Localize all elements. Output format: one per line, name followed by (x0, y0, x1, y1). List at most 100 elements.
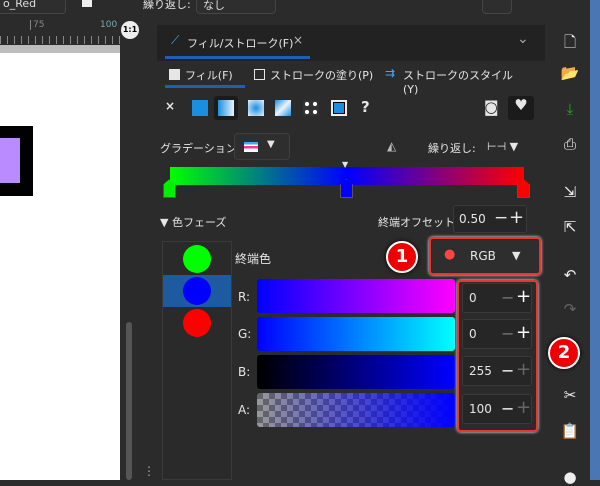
slider-r[interactable] (257, 279, 455, 313)
nav-button[interactable] (482, 0, 512, 14)
save-icon[interactable]: ⤓ (560, 100, 580, 118)
canvas-border (0, 45, 120, 53)
object-select[interactable]: o_Red (0, 0, 66, 14)
end-offset-value: 0.50 (459, 212, 486, 226)
brush-icon: ⟋ (171, 33, 180, 47)
repeat-select[interactable]: なし (196, 0, 276, 14)
stop-item-red[interactable] (183, 309, 211, 337)
increment-button[interactable]: + (516, 322, 531, 343)
object-name: o_Red (3, 0, 37, 10)
repeat-mode-icon[interactable]: ⊢⊣ ▼ (487, 140, 518, 153)
paint-swatch-button[interactable] (331, 100, 347, 116)
spin-a[interactable]: 100− + (462, 394, 532, 424)
ruler-tick: 75 (30, 20, 44, 30)
paint-pattern-button[interactable] (303, 100, 319, 116)
panel-tab-header: ⟋ フィル/ストローク(F) × ⌄ (157, 25, 545, 61)
channel-label-g: G: (238, 327, 252, 341)
tab-title: フィル/ストローク(F) (187, 37, 294, 50)
square-icon[interactable] (82, 0, 92, 7)
horizontal-ruler: 75 100 (0, 16, 122, 46)
subtab-stroke-style[interactable]: ⇉ ストロークのスタイル(Y) (385, 66, 520, 96)
reverse-gradient-icon[interactable]: ◭ (387, 139, 396, 153)
increment-button[interactable]: + (516, 397, 531, 418)
slider-a[interactable] (257, 393, 455, 427)
fill-rule-nonzero-icon[interactable]: ♥ (508, 96, 534, 120)
decrement-button[interactable]: − (501, 288, 514, 307)
export-icon[interactable]: ⇱ (560, 218, 580, 236)
vertical-scrollbar-track[interactable] (120, 16, 150, 480)
open-folder-icon[interactable]: 📂 (560, 64, 580, 82)
value-a: 100 (469, 402, 492, 416)
decrement-button[interactable]: − (501, 361, 514, 380)
stops-list (162, 241, 232, 480)
tab-fill-stroke[interactable]: ⟋ フィル/ストローク(F) × (165, 31, 310, 59)
canvas[interactable] (0, 53, 120, 480)
increment-button[interactable]: + (516, 359, 531, 380)
midpoint-marker[interactable]: ▼ (342, 160, 348, 169)
fill-icon (169, 69, 180, 80)
zoom-1to1-button[interactable]: 1:1 (121, 21, 139, 39)
paste-icon[interactable]: 📋 (560, 422, 580, 440)
slider-b[interactable] (257, 355, 455, 389)
annotation-badge-2: 2 (548, 337, 580, 369)
top-toolbar: o_Red 繰り返し: なし (0, 0, 590, 16)
print-icon[interactable]: ⎙ (560, 135, 580, 153)
spin-r[interactable]: 0 − + (462, 283, 532, 313)
subtab-label: ストロークのスタイル(Y) (403, 69, 513, 96)
color-mode-value: RGB (470, 249, 496, 263)
end-offset-label: 終端オフセット: (378, 216, 459, 229)
subtab-label: フィル(F) (185, 69, 233, 82)
subtab-stroke-paint[interactable]: ストロークの塗り(P) (252, 66, 377, 88)
gradient-select[interactable]: ▼ (234, 133, 290, 160)
chevron-down-icon[interactable]: ⌄ (517, 31, 529, 47)
import-icon[interactable]: ⇲ (560, 183, 580, 201)
value-g: 0 (469, 327, 477, 341)
paint-radial-button[interactable] (248, 100, 264, 116)
decrement-button[interactable]: − (501, 324, 514, 343)
spin-b[interactable]: 255− + (462, 356, 532, 386)
repeat-label: 繰り返し: (428, 142, 476, 155)
color-phase-toggle[interactable]: ▼ 色フェーズ (160, 214, 226, 230)
dropdown-arrow-icon: ▼ (267, 139, 275, 150)
color-phase-label: 色フェーズ (171, 216, 227, 229)
dropdown-arrow-icon: ▼ (512, 249, 521, 262)
value-b: 255 (469, 364, 492, 378)
paint-unset-button[interactable]: ? (361, 98, 370, 116)
close-icon[interactable]: × (293, 33, 303, 47)
fill-rule-evenodd-icon[interactable]: ◙ (484, 98, 499, 116)
redo-icon[interactable]: ↷ (560, 300, 580, 318)
paint-none-button[interactable]: × (165, 99, 175, 113)
spin-g[interactable]: 0 − + (462, 319, 532, 349)
window-edge (590, 0, 600, 480)
stop-swatch (183, 277, 211, 305)
stroke-style-icon: ⇉ (385, 66, 396, 80)
subtab-fill[interactable]: フィル(F) (165, 66, 245, 88)
paint-linear-button[interactable] (214, 96, 238, 120)
scrollbar-thumb[interactable] (126, 322, 132, 480)
increment-button[interactable]: + (516, 286, 531, 307)
increment-button[interactable]: + (509, 207, 524, 228)
more-icon[interactable]: ● (560, 468, 580, 486)
slider-g[interactable] (257, 317, 455, 351)
color-mode-select[interactable]: ● RGB ▼ (432, 240, 538, 272)
undo-icon[interactable]: ↶ (560, 266, 580, 284)
cut-icon[interactable]: ✂ (560, 386, 580, 404)
ruler-marks (0, 36, 122, 44)
end-offset-spinbox[interactable]: 0.50 − + (453, 205, 527, 233)
rgb-wheel-icon: ● (444, 247, 456, 262)
shape-rect[interactable] (0, 126, 33, 196)
gradient-label: グラデーション: (160, 142, 241, 155)
new-document-icon[interactable]: 🗋 (560, 32, 580, 57)
channel-label-b: B: (238, 365, 251, 379)
gradient-library-icon (244, 142, 258, 152)
paint-mesh-button[interactable] (275, 100, 291, 116)
linear-gradient-icon (218, 100, 234, 116)
stop-item-blue-selected[interactable] (163, 275, 231, 307)
decrement-button[interactable]: − (494, 208, 508, 228)
annotation-badge-1: 1 (386, 241, 418, 273)
channel-label-a: A: (238, 403, 251, 417)
stop-item-green[interactable] (183, 245, 211, 273)
paint-flat-button[interactable] (192, 100, 208, 116)
channel-label-r: R: (238, 290, 251, 304)
decrement-button[interactable]: − (501, 399, 514, 418)
